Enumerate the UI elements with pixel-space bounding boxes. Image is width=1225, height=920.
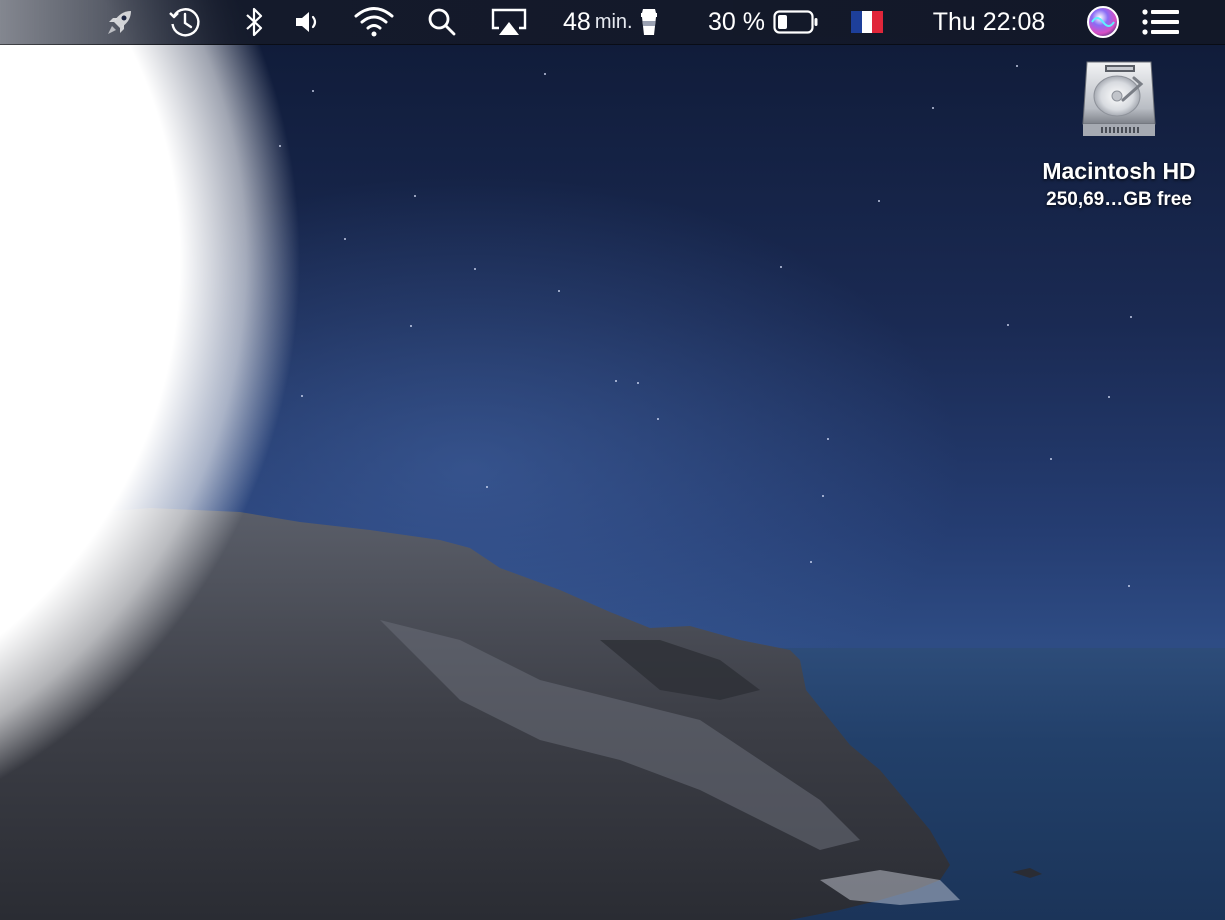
macintosh-hd-desktop-icon[interactable]: Macintosh HD 250,69…GB free — [1035, 58, 1203, 218]
french-flag-icon[interactable] — [850, 0, 884, 44]
bluetooth-icon[interactable] — [240, 0, 268, 44]
battery-icon — [773, 9, 819, 35]
disk-name-label: Macintosh HD — [1042, 158, 1196, 184]
wifi-icon[interactable] — [350, 0, 398, 44]
caffeine-timer[interactable]: 48 min. — [563, 0, 675, 44]
airplay-icon[interactable] — [488, 0, 530, 44]
search-icon[interactable] — [422, 0, 462, 44]
siri-icon[interactable] — [1085, 0, 1121, 44]
battery-status[interactable]: 30 % — [708, 0, 824, 44]
menu-bar: 48 min. 30 % Thu 22:08 — [0, 0, 1225, 45]
coffee-cup-icon — [638, 7, 660, 37]
timer-unit: min. — [594, 10, 633, 33]
timer-value: 48 — [563, 7, 591, 36]
volume-icon[interactable] — [290, 0, 326, 44]
rocket-icon[interactable] — [100, 0, 140, 44]
battery-percent: 30 % — [708, 7, 765, 36]
hard-drive-icon — [1079, 58, 1159, 140]
menu-clock[interactable]: Thu 22:08 — [920, 0, 1058, 44]
notification-center-icon[interactable] — [1140, 0, 1182, 44]
clock-text: Thu 22:08 — [932, 7, 1046, 36]
time-machine-icon[interactable] — [164, 0, 206, 44]
disk-free-space-label: 250,69…GB free — [1046, 189, 1192, 210]
